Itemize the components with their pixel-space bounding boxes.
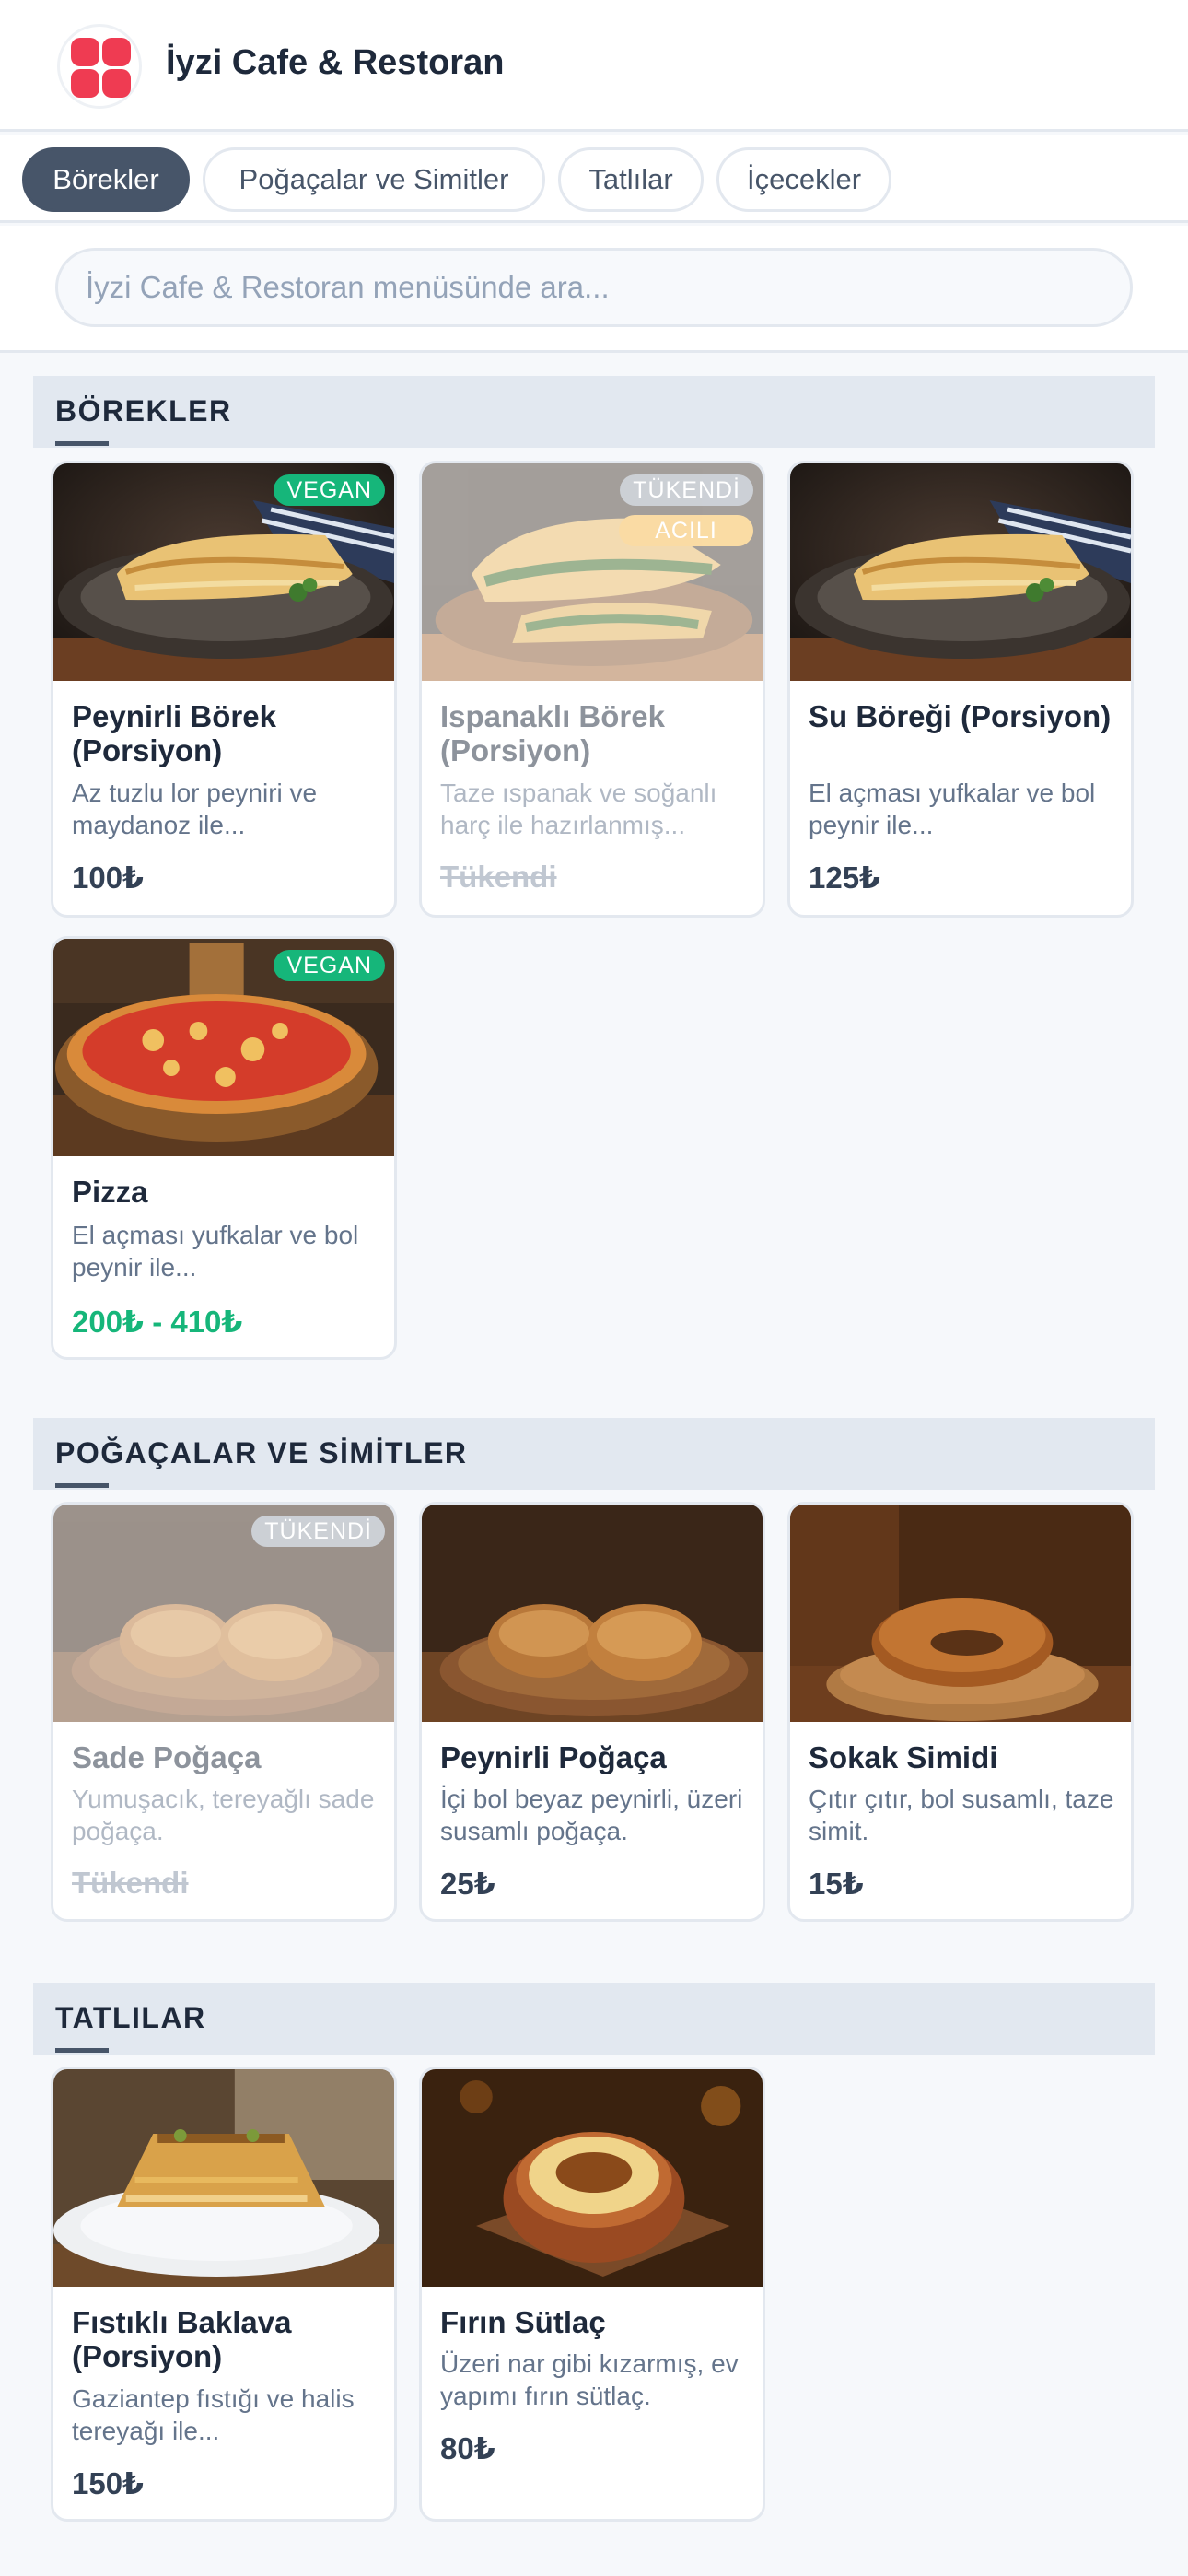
- tab-icecekler[interactable]: İçecekler: [716, 147, 891, 212]
- item-price: Tükendi: [72, 1866, 189, 1900]
- menu-item-card[interactable]: Fıstıklı Baklava (Porsiyon) Gaziantep fı…: [51, 2067, 397, 2522]
- section-header-tatlilar: TATLILAR: [33, 1983, 1155, 2055]
- item-name: Sade Poğaça: [72, 1740, 262, 1774]
- item-name: Peynirli Börek (Porsiyon): [72, 699, 276, 767]
- soldout-badge: TÜKENDİ: [620, 474, 753, 506]
- section-header-borekler: BÖREKLER: [33, 376, 1155, 448]
- borek-image: VEGAN: [53, 463, 394, 681]
- spinach-borek-image: TÜKENDİ ACILI: [422, 463, 763, 681]
- menu-item-card[interactable]: TÜKENDİ Sade Poğaça Yumuşacık, tereyağlı…: [51, 1502, 397, 1922]
- simit-image: [790, 1505, 1131, 1722]
- sutlac-image: [422, 2069, 763, 2287]
- soldout-badge: TÜKENDİ: [251, 1516, 385, 1547]
- pogaca-image: [422, 1505, 763, 1722]
- item-name: Peynirli Poğaça: [440, 1740, 667, 1774]
- section-header-pogacalar: POĞAÇALAR VE SİMİTLER: [33, 1418, 1155, 1490]
- spicy-badge: ACILI: [619, 515, 753, 546]
- section-title: POĞAÇALAR VE SİMİTLER: [55, 1436, 468, 1469]
- baklava-image: [53, 2069, 394, 2287]
- item-name: Fırın Sütlaç: [440, 2305, 606, 2339]
- item-price: Tükendi: [440, 860, 557, 894]
- item-price: 25₺: [440, 1867, 495, 1901]
- menu-item-card[interactable]: TÜKENDİ ACILI Ispanaklı Börek (Porsiyon)…: [419, 461, 765, 918]
- item-price: 150₺: [72, 2466, 145, 2500]
- item-name: Fıstıklı Baklava (Porsiyon): [72, 2305, 292, 2373]
- menu-item-card[interactable]: VEGAN Peynirli Börek (Porsiyon) Az tuzlu…: [51, 461, 397, 918]
- item-name: Pizza: [72, 1175, 148, 1209]
- section-title: TATLILAR: [55, 2001, 206, 2034]
- item-description: İçi bol beyaz peynirli, üzeri susamlı po…: [440, 1785, 743, 1845]
- item-description: Az tuzlu lor peyniri ve maydanoz ile...: [72, 779, 318, 839]
- item-name: Ispanaklı Börek (Porsiyon): [440, 699, 665, 767]
- search-input[interactable]: [55, 248, 1133, 327]
- section-underline: [55, 441, 109, 446]
- item-name: Su Böreği (Porsiyon): [809, 699, 1112, 733]
- section-underline: [55, 2048, 109, 2053]
- item-description: Üzeri nar gibi kızarmış, ev yapımı fırın…: [440, 2349, 739, 2410]
- pizza-image: VEGAN: [53, 939, 394, 1156]
- item-description: Yumuşacık, tereyağlı sade poğaça.: [72, 1785, 375, 1845]
- app-header: İyzi Cafe & Restoran: [0, 0, 1188, 132]
- item-price: 80₺: [440, 2431, 495, 2465]
- restaurant-logo-icon[interactable]: [57, 24, 142, 109]
- menu-item-card[interactable]: Sokak Simidi Çıtır çıtır, bol susamlı, t…: [787, 1502, 1134, 1922]
- tab-pogacalar-ve-simitler[interactable]: Poğaçalar ve Simitler: [203, 147, 545, 212]
- vegan-badge: VEGAN: [274, 474, 385, 506]
- section-underline: [55, 1483, 109, 1488]
- tab-tatlilar[interactable]: Tatlılar: [558, 147, 704, 212]
- section-title: BÖREKLER: [55, 394, 232, 427]
- menu-item-card[interactable]: Fırın Sütlaç Üzeri nar gibi kızarmış, ev…: [419, 2067, 765, 2522]
- vegan-badge: VEGAN: [274, 950, 385, 981]
- item-price: 125₺: [809, 861, 881, 895]
- restaurant-title: İyzi Cafe & Restoran: [166, 43, 505, 82]
- menu-item-card[interactable]: Peynirli Poğaça İçi bol beyaz peynirli, …: [419, 1502, 765, 1922]
- borek-image: [790, 463, 1131, 681]
- menu-item-card[interactable]: VEGAN Pizza El açması yufkalar ve bol pe…: [51, 936, 397, 1360]
- search-bar: [0, 226, 1188, 353]
- item-name: Sokak Simidi: [809, 1740, 998, 1774]
- item-description: Taze ıspanak ve soğanlı harç ile hazırla…: [440, 779, 717, 839]
- pogaca-image: TÜKENDİ: [53, 1505, 394, 1722]
- item-description: Çıtır çıtır, bol susamlı, taze simit.: [809, 1785, 1114, 1845]
- item-description: El açması yufkalar ve bol peynir ile...: [809, 779, 1096, 839]
- item-price: 200₺ - 410₺: [72, 1305, 243, 1339]
- item-description: El açması yufkalar ve bol peynir ile...: [72, 1221, 359, 1282]
- tab-borekler[interactable]: Börekler: [22, 147, 190, 212]
- item-description: Gaziantep fıstığı ve halis tereyağı ile.…: [72, 2384, 355, 2445]
- menu-item-card[interactable]: Su Böreği (Porsiyon) El açması yufkalar …: [787, 461, 1134, 918]
- item-price: 100₺: [72, 861, 145, 895]
- item-price: 15₺: [809, 1867, 864, 1901]
- category-tabs: Börekler Poğaçalar ve Simitler Tatlılar …: [0, 135, 1188, 223]
